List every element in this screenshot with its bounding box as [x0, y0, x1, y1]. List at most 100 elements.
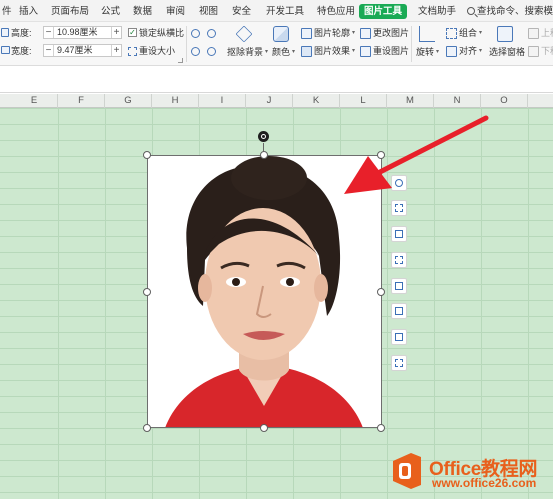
reset-size-button[interactable]: 重设大小 [128, 45, 175, 57]
tab-page-layout[interactable]: 页面布局 [51, 4, 89, 19]
height-stepper[interactable]: − 10.98厘米 + [43, 26, 122, 39]
command-search[interactable]: 查找命令、搜索模板 [467, 4, 553, 19]
reset-picture-button[interactable]: 重设图片 [360, 45, 409, 57]
group-button[interactable]: 组合 ▾ [446, 27, 482, 39]
tab-picture-tools[interactable]: 图片工具 [359, 4, 408, 19]
move-up-icon [528, 27, 539, 39]
resize-handle-top-left[interactable] [143, 151, 151, 159]
column-header[interactable]: N [434, 94, 481, 108]
rotate-small-icon[interactable] [207, 47, 216, 56]
rotate-icon [419, 26, 435, 42]
rotate-button[interactable]: 旋转 ▾ [416, 46, 439, 58]
reset-picture-icon [360, 45, 371, 57]
column-header[interactable]: O [481, 94, 528, 108]
height-decrease-button[interactable]: − [44, 27, 54, 38]
size-dialog-launcher[interactable] [178, 58, 183, 63]
height-input[interactable]: 10.98厘米 [54, 27, 111, 38]
menu-bar: 件 插入 页面布局 公式 数据 审阅 视图 安全 开发工具 特色应用 图片工具 … [0, 0, 553, 22]
formula-bar[interactable] [0, 67, 553, 93]
remove-background-button[interactable]: 抠除背景 ▾ [227, 46, 268, 58]
bring-forward-button[interactable] [391, 278, 407, 294]
remove-background-label: 抠除背景 [227, 47, 264, 57]
align-button[interactable]: 对齐 ▾ [446, 45, 482, 57]
ribbon-toolbar: 高度: − 10.98厘米 + 宽度: − 9.47厘米 + ✓ 锁定纵横比 重… [0, 22, 553, 66]
lock-ratio-label: 锁定纵横比 [139, 28, 185, 38]
column-header-bar: E F G H I J K L M N O [0, 94, 553, 108]
column-header[interactable]: K [293, 94, 340, 108]
resize-handle-bottom-right[interactable] [377, 424, 385, 432]
picture-effect-label: 图片效果 [314, 46, 351, 56]
crop-icon [395, 230, 403, 238]
height-icon [1, 28, 9, 37]
tab-view[interactable]: 视图 [199, 4, 218, 19]
picture-layout-button[interactable] [391, 355, 407, 371]
tab-file[interactable]: 件 [2, 4, 12, 19]
color-label: 颜色 [272, 47, 291, 57]
office-logo-icon [393, 453, 421, 489]
tab-formulas[interactable]: 公式 [101, 4, 120, 19]
reset-size-icon [128, 46, 137, 56]
column-header[interactable]: H [152, 94, 199, 108]
change-picture-icon [360, 27, 371, 39]
wrap-text-button[interactable] [391, 303, 407, 319]
clarity-icon[interactable] [207, 29, 216, 38]
crop-shape-icon[interactable] [191, 29, 200, 38]
search-icon [467, 7, 475, 15]
resize-handle-top[interactable] [260, 151, 268, 159]
selection-pane-button[interactable]: 选择窗格 [489, 46, 525, 58]
align-label: 对齐 [459, 46, 478, 56]
move-down-button[interactable]: 下移 [528, 45, 553, 57]
column-header[interactable]: E [11, 94, 58, 108]
column-header[interactable]: G [105, 94, 152, 108]
width-increase-button[interactable]: + [111, 45, 121, 56]
resize-handle-bottom[interactable] [260, 424, 268, 432]
send-backward-icon [395, 333, 403, 341]
crop-fit-button[interactable] [391, 200, 407, 216]
column-header[interactable]: I [199, 94, 246, 108]
width-label: 宽度: [11, 46, 32, 56]
width-input[interactable]: 9.47厘米 [54, 45, 111, 56]
change-picture-label: 更改图片 [373, 28, 410, 38]
resize-handle-left[interactable] [143, 288, 151, 296]
color-icon [273, 26, 289, 42]
lock-ratio-checkbox[interactable]: ✓ [128, 28, 137, 37]
resize-handle-right[interactable] [377, 288, 385, 296]
tab-security[interactable]: 安全 [232, 4, 251, 19]
crop-button[interactable] [391, 226, 407, 242]
move-down-icon [528, 45, 539, 57]
effect-icon [301, 45, 312, 57]
picture-layout-icon [395, 359, 403, 367]
picture-style-button[interactable] [391, 252, 407, 268]
send-backward-button[interactable] [391, 329, 407, 345]
rotate-handle-icon[interactable] [258, 131, 269, 142]
group-icon [446, 27, 457, 39]
width-stepper[interactable]: − 9.47厘米 + [43, 44, 122, 57]
remove-background-icon [235, 25, 253, 43]
height-increase-button[interactable]: + [111, 27, 121, 38]
change-picture-button[interactable]: 更改图片 [360, 27, 409, 39]
tab-insert[interactable]: 插入 [19, 4, 38, 19]
align-icon [446, 45, 457, 57]
tab-review[interactable]: 审阅 [166, 4, 185, 19]
resize-handle-bottom-left[interactable] [143, 424, 151, 432]
picture-outline-button[interactable]: 图片轮廓 ▾ [301, 27, 355, 39]
bring-forward-icon [395, 282, 403, 290]
picture-effect-button[interactable]: 图片效果 ▾ [301, 45, 355, 57]
tab-developer[interactable]: 开发工具 [266, 4, 304, 19]
column-header[interactable]: J [246, 94, 293, 108]
column-header[interactable]: M [387, 94, 434, 108]
selection-pane-label: 选择窗格 [489, 47, 526, 57]
tab-doc-assistant[interactable]: 文档助手 [418, 4, 456, 19]
compress-icon[interactable] [191, 47, 200, 56]
move-up-button[interactable]: 上移 [528, 27, 553, 39]
move-down-label: 下移 [541, 46, 553, 56]
column-header[interactable]: L [340, 94, 387, 108]
wrap-text-icon [395, 307, 403, 315]
tab-features[interactable]: 特色应用 [317, 4, 355, 19]
width-decrease-button[interactable]: − [44, 45, 54, 56]
color-button[interactable]: 颜色 ▾ [272, 46, 295, 58]
tab-data[interactable]: 数据 [133, 4, 152, 19]
column-header[interactable]: F [58, 94, 105, 108]
picture-outline-label: 图片轮廓 [314, 28, 351, 38]
search-label: 查找命令、搜索模板 [477, 6, 553, 17]
